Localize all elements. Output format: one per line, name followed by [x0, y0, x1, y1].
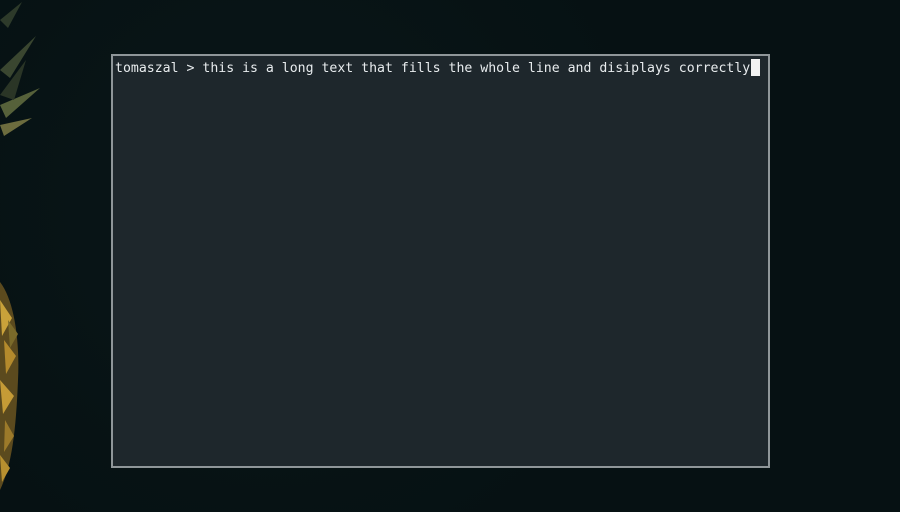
- block-cursor-icon: [751, 59, 761, 76]
- terminal-window[interactable]: tomaszal > this is a long text that fill…: [111, 54, 770, 468]
- desktop: tomaszal > this is a long text that fill…: [0, 0, 900, 512]
- terminal-input-line[interactable]: tomaszal > this is a long text that fill…: [115, 59, 761, 77]
- prompt-symbol: >: [186, 61, 195, 76]
- pineapple-wallpaper-image: [0, 2, 40, 490]
- command-text: this is a long text that fills the whole…: [202, 61, 751, 76]
- prompt-user: tomaszal: [115, 61, 179, 76]
